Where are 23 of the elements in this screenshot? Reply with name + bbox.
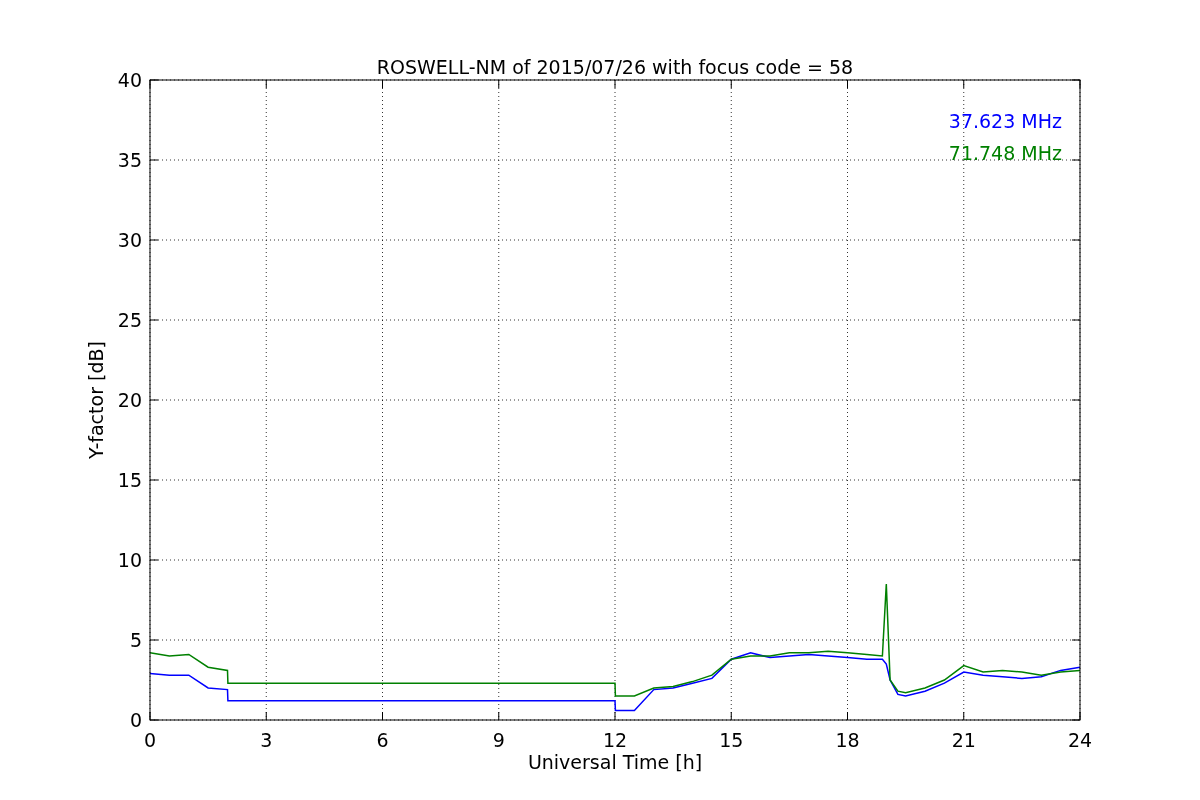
tick-label: 15: [117, 469, 142, 491]
tick-label: 5: [129, 629, 142, 651]
y-axis-label: Y-factor [dB]: [85, 341, 107, 459]
tick-label: 6: [376, 729, 389, 751]
tick-label: 15: [719, 729, 744, 751]
tick-label: 20: [117, 389, 142, 411]
tick-label: 10: [117, 549, 142, 571]
tick-label: 21: [951, 729, 976, 751]
tick-label: 0: [129, 709, 142, 731]
legend-label: 71.748 MHz: [948, 142, 1062, 164]
tick-label: 12: [602, 729, 628, 751]
x-axis-label: Universal Time [h]: [527, 751, 703, 773]
tick-label: 24: [1067, 729, 1093, 751]
tick-label: 18: [835, 729, 860, 751]
chart-title: ROSWELL-NM of 2015/07/26 with focus code = 58: [376, 56, 854, 78]
tick-label: 30: [117, 229, 142, 251]
tick-label: 35: [117, 149, 142, 171]
tick-label: 0: [143, 729, 157, 751]
legend-label: 37.623 MHz: [948, 110, 1062, 132]
tick-label: 3: [260, 729, 273, 751]
tick-label: 40: [117, 69, 142, 91]
tick-label: 25: [117, 309, 142, 331]
tick-label: 9: [492, 729, 505, 751]
